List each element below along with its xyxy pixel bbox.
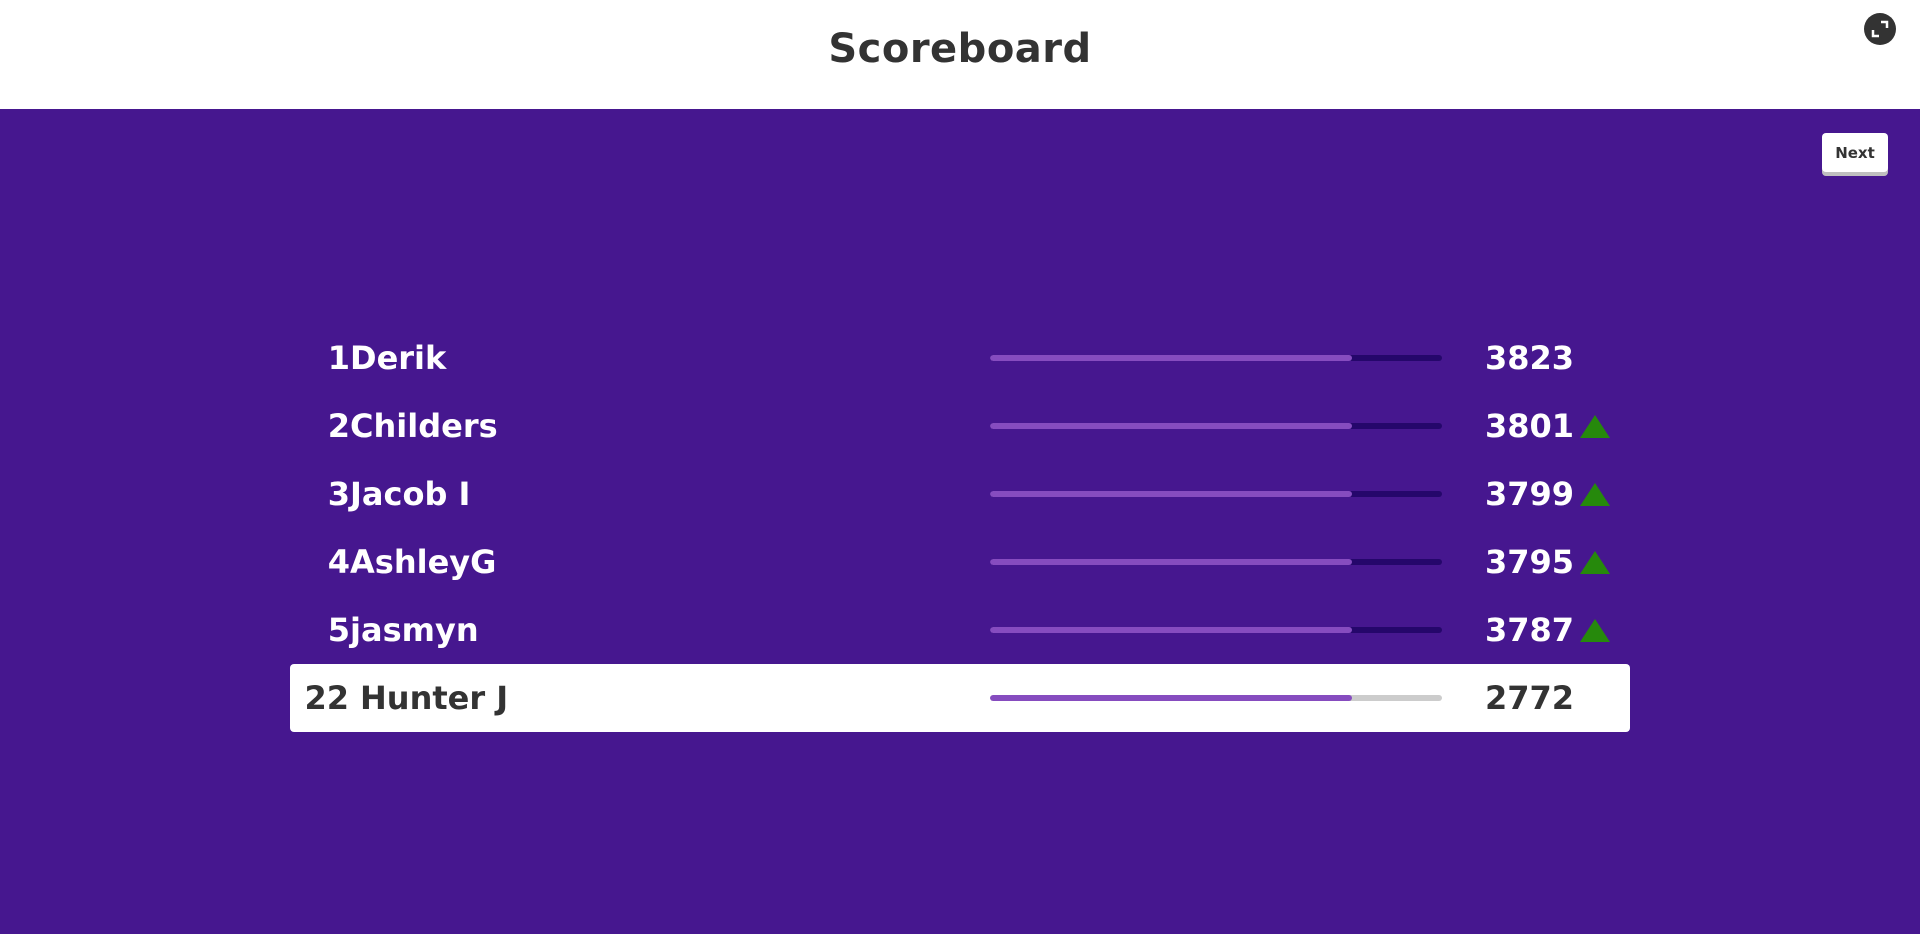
scoreboard-stage: Next 1 Derik 3823 2 Childers 3801 3 Jaco… [0, 109, 1920, 934]
next-button[interactable]: Next [1822, 133, 1888, 176]
score-bar [990, 695, 1442, 701]
fullscreen-icon [1871, 20, 1889, 38]
score-bar-fill [990, 355, 1352, 361]
player-score: 3801 [1484, 407, 1574, 445]
player-name: AshleyG [350, 543, 497, 581]
score-bar-fill [990, 559, 1352, 565]
score-bar [990, 355, 1442, 361]
leaderboard-row: 5 jasmyn 3787 [290, 596, 1630, 664]
player-name: Hunter J [360, 679, 509, 717]
player-rank: 2 [327, 407, 350, 445]
player-name: Derik [350, 339, 447, 377]
score-bar [990, 559, 1442, 565]
score-bar [990, 627, 1442, 633]
player-rank: 3 [327, 475, 350, 513]
trend-up-icon [1580, 415, 1610, 438]
fullscreen-button[interactable] [1864, 13, 1896, 45]
leaderboard: 1 Derik 3823 2 Childers 3801 3 Jacob I 3… [290, 324, 1630, 732]
player-score: 3823 [1484, 339, 1574, 377]
leaderboard-row: 3 Jacob I 3799 [290, 460, 1630, 528]
player-score: 3795 [1484, 543, 1574, 581]
score-bar-fill [990, 491, 1352, 497]
page-title: Scoreboard [828, 26, 1092, 72]
player-rank: 1 [327, 339, 350, 377]
player-score: 2772 [1484, 679, 1574, 717]
player-rank: 22 [304, 679, 349, 717]
player-rank: 5 [327, 611, 350, 649]
player-score: 3787 [1484, 611, 1574, 649]
player-name: Childers [350, 407, 498, 445]
score-bar [990, 423, 1442, 429]
leaderboard-row: 1 Derik 3823 [290, 324, 1630, 392]
score-bar-fill [990, 627, 1352, 633]
trend-up-icon [1580, 551, 1610, 574]
trend-up-icon [1580, 483, 1610, 506]
leaderboard-row: 4 AshleyG 3795 [290, 528, 1630, 596]
score-bar-fill [990, 695, 1352, 701]
score-bar [990, 491, 1442, 497]
player-name: jasmyn [350, 611, 479, 649]
score-bar-fill [990, 423, 1352, 429]
header: Scoreboard [0, 0, 1920, 109]
player-score: 3799 [1484, 475, 1574, 513]
trend-up-icon [1580, 619, 1610, 642]
player-name: Jacob I [350, 475, 471, 513]
leaderboard-row: 2 Childers 3801 [290, 392, 1630, 460]
current-player-row: 22 Hunter J 2772 [290, 664, 1630, 732]
player-rank: 4 [327, 543, 350, 581]
